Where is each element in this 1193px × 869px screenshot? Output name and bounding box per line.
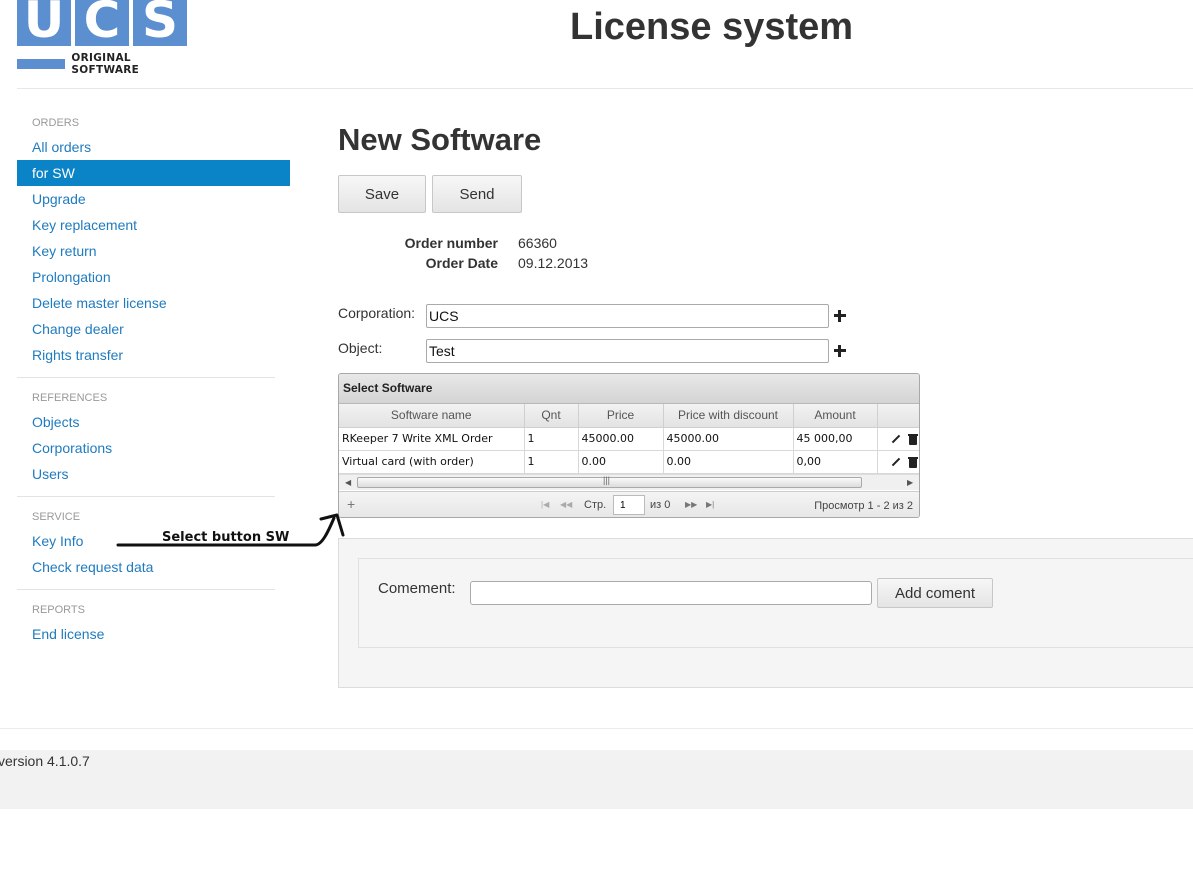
order-number-value: 66360: [518, 235, 557, 251]
order-date-value: 09.12.2013: [518, 255, 589, 271]
send-button[interactable]: Send: [432, 175, 522, 213]
sidebar-section-reports: REPORTS: [32, 604, 85, 616]
sidebar-item-users[interactable]: Users: [17, 461, 290, 487]
grid-pager: + |◀ ◀◀ Стр. из 0 ▶▶ ▶| Просмотр 1 - 2 и…: [339, 491, 919, 517]
page-of-label: из 0: [650, 499, 671, 511]
sidebar-item-for-sw[interactable]: for SW: [17, 160, 290, 186]
next-page-icon[interactable]: ▶▶: [685, 500, 697, 509]
sidebar-item-key-return[interactable]: Key return: [17, 238, 290, 264]
version-label: version 4.1.0.7: [0, 753, 90, 769]
cell-price: 0.00: [578, 450, 664, 474]
column-header-actions: [877, 404, 919, 428]
sidebar-item-prolongation[interactable]: Prolongation: [17, 264, 290, 290]
delete-trash-icon[interactable]: [907, 434, 918, 445]
cell-amount: 0,00: [793, 450, 878, 474]
sidebar-item-change-dealer[interactable]: Change dealer: [17, 316, 290, 342]
cell-qnt: 1: [524, 427, 579, 451]
cell-amount: 45 000,00: [793, 427, 878, 451]
sidebar-item-end-license[interactable]: End license: [17, 621, 290, 647]
last-page-icon[interactable]: ▶|: [706, 500, 714, 509]
save-button[interactable]: Save: [338, 175, 426, 213]
sidebar-divider: [17, 496, 275, 497]
cell-qnt: 1: [524, 450, 579, 474]
comment-input[interactable]: [470, 581, 872, 605]
logo-subtitle: ORIGINAL SOFTWARE: [71, 52, 140, 76]
scroll-right-arrow-icon[interactable]: ▶: [907, 478, 913, 487]
logo-letter: S: [133, 0, 187, 48]
sidebar-item-check-request-data[interactable]: Check request data: [17, 554, 290, 580]
comment-panel: Comement: Add coment: [338, 538, 1193, 688]
order-number-label: Order number: [404, 235, 498, 251]
annotation-text: Select button SW: [162, 530, 290, 545]
cell-actions: [877, 450, 919, 474]
order-date-row: Order Date: [338, 255, 498, 273]
page-label: Стр.: [584, 499, 607, 511]
view-records-label: Просмотр 1 - 2 из 2: [814, 500, 913, 512]
page: U C S ORIGINAL SOFTWARE License system O…: [0, 0, 1193, 869]
scrollbar-thumb[interactable]: |||: [357, 475, 862, 488]
comment-box: Comement: Add coment: [358, 558, 1193, 648]
cell-price-with-discount: 0.00: [663, 450, 794, 474]
sidebar-item-objects[interactable]: Objects: [17, 409, 290, 435]
sidebar-item-delete-master-license[interactable]: Delete master license: [17, 290, 290, 316]
column-header-price[interactable]: Price: [578, 404, 664, 428]
column-header-amount[interactable]: Amount: [793, 404, 878, 428]
sidebar: ORDERS All orders for SW Upgrade Key rep…: [17, 112, 290, 647]
scroll-left-arrow-icon[interactable]: ◀: [345, 478, 351, 487]
sidebar-item-upgrade[interactable]: Upgrade: [17, 186, 290, 212]
app-title: License system: [570, 6, 854, 48]
add-corporation-plus-icon[interactable]: [834, 310, 846, 322]
logo-subtitle-bar: ORIGINAL SOFTWARE: [17, 52, 189, 76]
add-comment-button[interactable]: Add coment: [877, 578, 993, 608]
sidebar-item-all-orders[interactable]: All orders: [17, 134, 290, 160]
column-header-price-with-discount[interactable]: Price with discount: [663, 404, 794, 428]
delete-trash-icon[interactable]: [907, 457, 918, 468]
software-table: Software name Qnt Price Price with disco…: [339, 404, 919, 474]
cell-actions: [877, 427, 919, 451]
order-number-row: Order number: [338, 235, 498, 253]
page-number-input[interactable]: [613, 495, 645, 515]
first-page-icon[interactable]: |◀: [541, 500, 549, 509]
logo-letters: U C S: [17, 0, 189, 48]
cell-price: 45000.00: [578, 427, 664, 451]
object-field[interactable]: [426, 339, 829, 363]
ucs-logo[interactable]: U C S ORIGINAL SOFTWARE: [17, 0, 189, 76]
sidebar-item-corporations[interactable]: Corporations: [17, 435, 290, 461]
sidebar-section-references: REFERENCES: [32, 392, 108, 404]
logo-letter: U: [17, 0, 71, 48]
previous-page-icon[interactable]: ◀◀: [560, 500, 572, 509]
table-row[interactable]: Virtual card (with order) 1 0.00 0.00 0,…: [339, 450, 919, 474]
column-header-software-name[interactable]: Software name: [339, 404, 525, 428]
footer: version 4.1.0.7: [0, 750, 1193, 809]
grip-icon: |||: [603, 475, 611, 485]
logo-letter: C: [75, 0, 129, 48]
table-row[interactable]: RKeeper 7 Write XML Order 1 45000.00 450…: [339, 427, 919, 451]
edit-pencil-icon[interactable]: [890, 434, 900, 444]
object-label: Object:: [338, 340, 383, 356]
sidebar-section-orders: ORDERS: [32, 117, 80, 129]
grid-caption: Select Software: [339, 374, 919, 404]
comment-label: Comement:: [378, 580, 456, 597]
add-object-plus-icon[interactable]: [834, 345, 846, 357]
sidebar-divider: [17, 589, 275, 590]
select-software-grid: Select Software Software name Qnt Price …: [338, 373, 920, 518]
corporation-label: Corporation:: [338, 305, 416, 321]
sidebar-item-key-replacement[interactable]: Key replacement: [17, 212, 290, 238]
cell-software-name: Virtual card (with order): [339, 450, 525, 474]
page-title: New Software: [338, 122, 542, 157]
horizontal-scrollbar[interactable]: ◀ ||| ▶: [339, 474, 919, 490]
cell-software-name: RKeeper 7 Write XML Order: [339, 427, 525, 451]
header-divider: [17, 88, 1193, 89]
footer-divider: [0, 728, 1193, 729]
edit-pencil-icon[interactable]: [890, 457, 900, 467]
sidebar-divider: [17, 377, 275, 378]
corporation-field[interactable]: [426, 304, 829, 328]
sidebar-item-rights-transfer[interactable]: Rights transfer: [17, 342, 290, 368]
order-date-label: Order Date: [425, 255, 498, 271]
column-header-qnt[interactable]: Qnt: [524, 404, 579, 428]
cell-price-with-discount: 45000.00: [663, 427, 794, 451]
logo-bar-line: [17, 59, 66, 69]
table-header-row: Software name Qnt Price Price with disco…: [339, 404, 919, 428]
